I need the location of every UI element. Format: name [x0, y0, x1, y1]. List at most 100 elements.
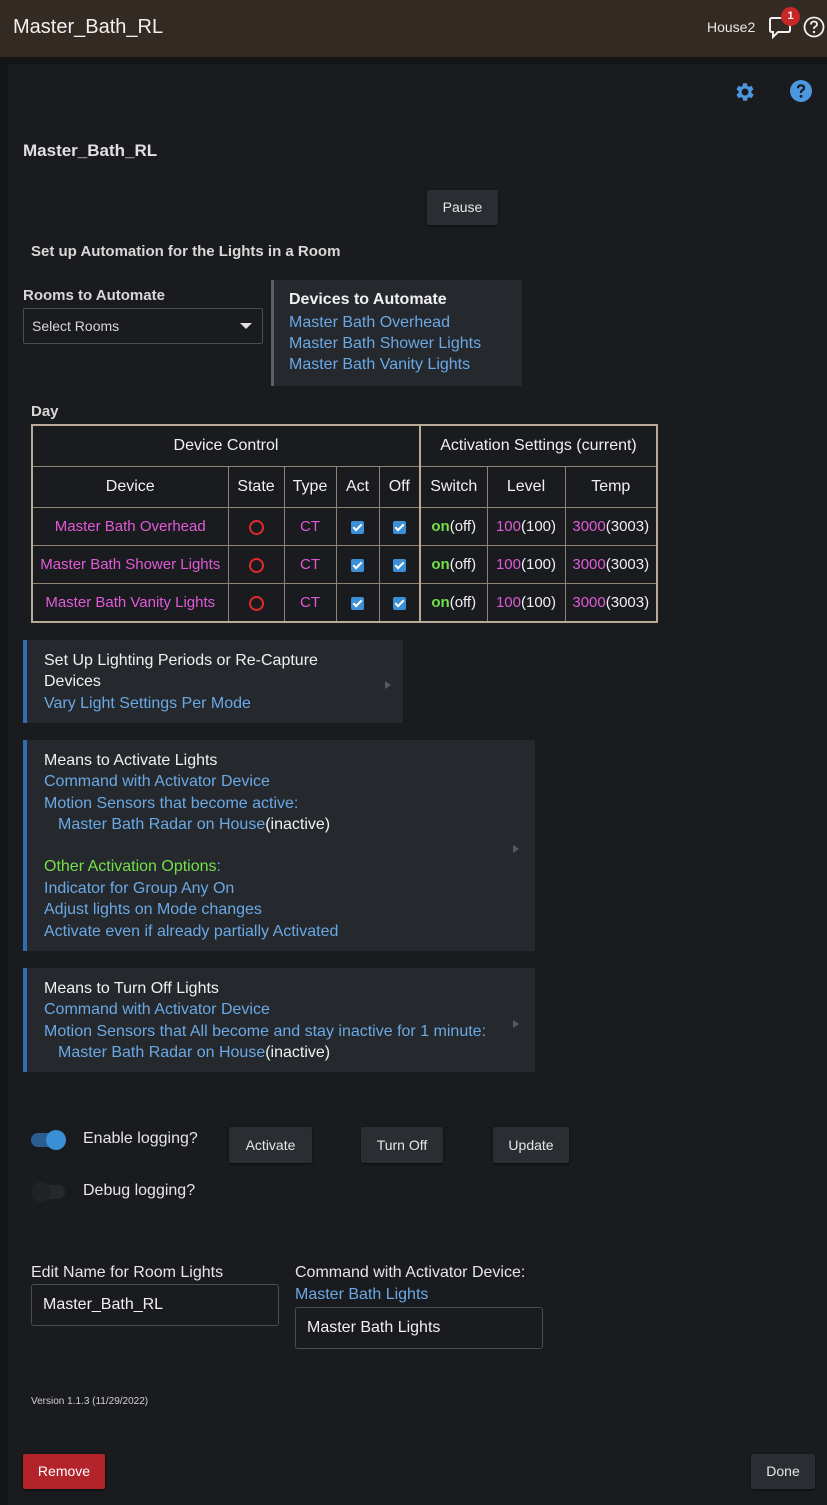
turnoff-line: Command with Activator Device — [44, 1001, 270, 1018]
state-off-icon — [248, 557, 264, 573]
lighting-periods-section[interactable]: Set Up Lighting Periods or Re-Capture De… — [23, 640, 403, 723]
state-cell[interactable] — [227, 583, 285, 623]
act-checkbox[interactable] — [351, 596, 364, 610]
activate-option: Activate even if already partially Activ… — [44, 923, 339, 940]
toggle-knob — [31, 1182, 51, 1202]
room-name-value: Master_Bath_RL — [43, 1296, 164, 1313]
off-cell[interactable] — [378, 583, 421, 623]
activate-line: Command with Activator Device — [44, 773, 270, 790]
type-cell[interactable]: CT — [283, 583, 337, 623]
column-header: State — [227, 466, 285, 508]
section-title-cont: Devices — [44, 673, 101, 690]
group-header-activation: Activation Settings (current) — [419, 424, 658, 467]
activator-label: Command with Activator Device: — [295, 1264, 526, 1281]
activate-button[interactable]: Activate — [229, 1127, 312, 1163]
done-button[interactable]: Done — [751, 1454, 815, 1489]
table-row: Master Bath Overhead CT on(off) 100(100)… — [31, 507, 658, 546]
activator-device-value: Master Bath Lights — [307, 1319, 441, 1336]
rooms-select[interactable]: Select Rooms — [23, 308, 263, 344]
top-bar: Master_Bath_RL House2 1 — [0, 0, 827, 57]
temp-cell[interactable]: 3000(3003) — [564, 583, 658, 623]
column-header: Device — [31, 466, 229, 508]
table-row: Master Bath Vanity Lights CT on(off) 100… — [31, 583, 658, 623]
level-cell[interactable]: 100(100) — [486, 507, 566, 546]
device-link[interactable]: Master Bath Overhead — [289, 314, 450, 332]
rooms-select-placeholder: Select Rooms — [32, 318, 120, 334]
type-cell[interactable]: CT — [283, 507, 337, 546]
debug-logging-toggle[interactable] — [31, 1182, 65, 1202]
level-cell[interactable]: 100(100) — [486, 545, 566, 584]
act-checkbox[interactable] — [351, 520, 364, 534]
chevron-down-icon — [240, 323, 252, 329]
edit-name-label: Edit Name for Room Lights — [31, 1264, 224, 1281]
activate-line: Motion Sensors that become active: — [44, 795, 299, 812]
room-name-input[interactable]: Master_Bath_RL — [31, 1284, 279, 1326]
temp-cell[interactable]: 3000(3003) — [564, 545, 658, 584]
switch-cell[interactable]: on(off) — [419, 507, 488, 546]
activator-device-input[interactable]: Master Bath Lights — [295, 1307, 543, 1349]
update-button[interactable]: Update — [493, 1127, 569, 1163]
off-checkbox[interactable] — [392, 558, 406, 572]
turn-off-button[interactable]: Turn Off — [361, 1127, 443, 1163]
state-off-icon — [248, 519, 264, 535]
gear-icon[interactable] — [733, 80, 757, 104]
remove-button[interactable]: Remove — [23, 1454, 105, 1489]
column-header: Type — [283, 466, 337, 508]
notification-badge[interactable]: 1 — [781, 7, 800, 26]
off-cell[interactable] — [378, 545, 421, 584]
act-cell[interactable] — [335, 545, 380, 584]
help-icon[interactable] — [789, 79, 813, 103]
temp-cell[interactable]: 3000(3003) — [564, 507, 658, 546]
device-name[interactable]: Master Bath Overhead — [31, 507, 229, 546]
sensor-line: Master Bath Radar on House(inactive) — [58, 1044, 331, 1061]
hub-name[interactable]: House2 — [707, 19, 755, 35]
device-link[interactable]: Master Bath Shower Lights — [289, 335, 481, 353]
version-text: Version 1.1.3 (11/29/2022) — [31, 1396, 149, 1407]
switch-cell[interactable]: on(off) — [419, 545, 488, 584]
device-name[interactable]: Master Bath Shower Lights — [31, 545, 229, 584]
pause-button[interactable]: Pause — [427, 190, 498, 225]
day-label: Day — [31, 403, 59, 420]
state-cell[interactable] — [227, 507, 285, 546]
type-cell[interactable]: CT — [283, 545, 337, 584]
act-cell[interactable] — [335, 507, 380, 546]
turn-off-lights-section[interactable]: Means to Turn Off Lights Command with Ac… — [23, 968, 535, 1072]
state-off-icon — [248, 595, 264, 611]
chevron-right-icon — [385, 681, 391, 689]
app-title: Master_Bath_RL — [13, 16, 164, 38]
off-checkbox[interactable] — [392, 596, 406, 610]
debug-logging-label: Debug logging? — [83, 1182, 196, 1199]
activate-lights-section[interactable]: Means to Activate Lights Command with Ac… — [23, 740, 535, 951]
state-cell[interactable] — [227, 545, 285, 584]
chevron-right-icon — [513, 1020, 519, 1028]
column-header: Switch — [419, 466, 488, 508]
activator-device-link[interactable]: Master Bath Lights — [295, 1286, 428, 1304]
activate-option: Adjust lights on Mode changes — [44, 901, 262, 918]
section-subtitle: Vary Light Settings Per Mode — [44, 695, 251, 712]
off-cell[interactable] — [378, 507, 421, 546]
device-name[interactable]: Master Bath Vanity Lights — [31, 583, 229, 623]
column-header: Temp — [564, 466, 658, 508]
other-options-heading: Other Activation Options: — [44, 858, 221, 875]
level-cell[interactable]: 100(100) — [486, 583, 566, 623]
switch-cell[interactable]: on(off) — [419, 583, 488, 623]
help-circle-icon[interactable] — [803, 16, 825, 38]
off-checkbox[interactable] — [392, 520, 406, 534]
act-checkbox[interactable] — [351, 558, 364, 572]
table-row: Master Bath Shower Lights CT on(off) 100… — [31, 545, 658, 584]
group-header-device-control: Device Control — [31, 424, 421, 467]
sensor-line: Master Bath Radar on House(inactive) — [58, 816, 331, 833]
enable-logging-label: Enable logging? — [83, 1130, 198, 1147]
column-header: Off — [378, 466, 421, 508]
section-title: Set Up Lighting Periods or Re-Capture — [44, 652, 318, 669]
rooms-label: Rooms to Automate — [23, 287, 165, 304]
devices-heading: Devices to Automate — [289, 291, 447, 308]
chevron-right-icon — [513, 845, 519, 853]
act-cell[interactable] — [335, 583, 380, 623]
turnoff-line: Motion Sensors that All become and stay … — [44, 1023, 487, 1040]
device-link[interactable]: Master Bath Vanity Lights — [289, 356, 470, 374]
section-subtitle: Set up Automation for the Lights in a Ro… — [31, 243, 341, 260]
column-header: Level — [486, 466, 566, 508]
enable-logging-toggle[interactable] — [31, 1130, 66, 1150]
column-header: Act — [335, 466, 380, 508]
